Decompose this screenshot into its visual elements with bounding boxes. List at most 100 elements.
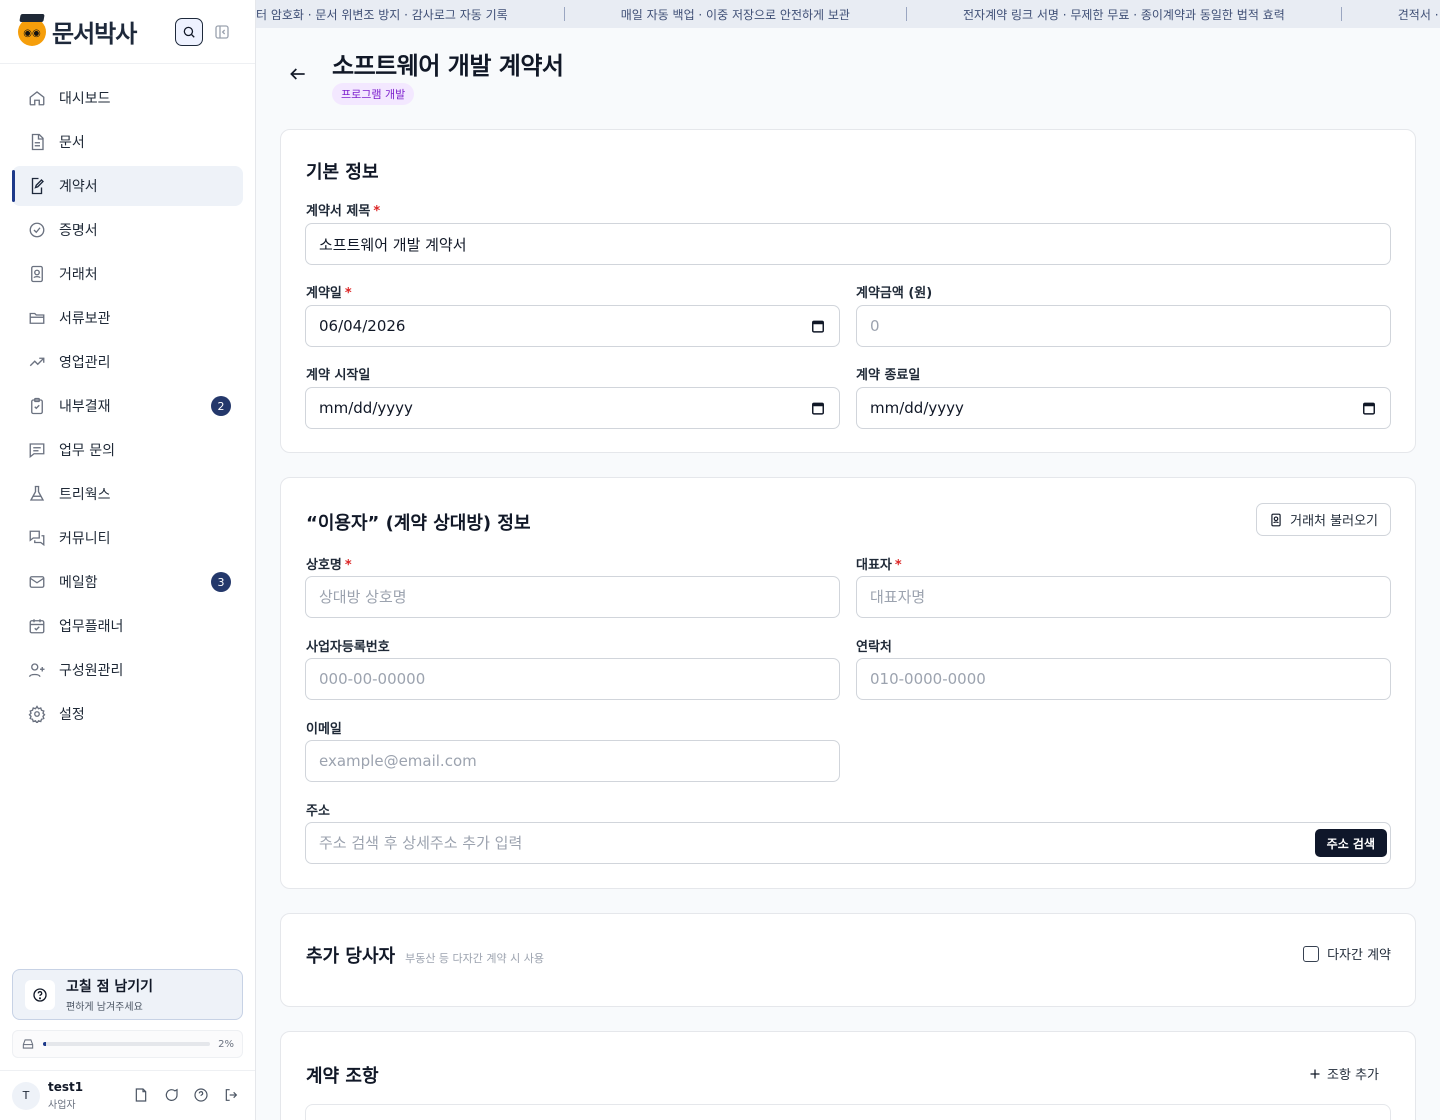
logo[interactable]: ◉◉ 문서박사	[18, 14, 137, 49]
sidebar-item-contracts[interactable]: 계약서	[12, 166, 243, 206]
sidebar-item-sales[interactable]: 영업관리	[12, 342, 243, 382]
storage-usage: 2%	[12, 1030, 243, 1058]
chat-icon[interactable]	[163, 1087, 179, 1103]
company-input[interactable]	[305, 576, 840, 618]
sidebar-item-label: 증명서	[59, 223, 98, 239]
contract-amount-input[interactable]	[856, 305, 1391, 347]
user-role: 사업자	[48, 1100, 76, 1111]
sidebar-item-members[interactable]: 구성원관리	[12, 650, 243, 690]
additional-parties-hint: 부동산 등 다자간 계약 시 사용	[405, 952, 545, 965]
contract-title-label: 계약서 제목 *	[306, 200, 380, 219]
required-mark: *	[373, 204, 381, 219]
start-date-input[interactable]: mm/dd/yyyy	[305, 387, 840, 429]
basic-info-title: 기본 정보	[306, 162, 379, 183]
sidebar-item-triworks[interactable]: 트리웍스	[12, 474, 243, 514]
contact-book-icon	[28, 265, 46, 283]
ticker-item: 견적서 · 계약서 · 증	[1397, 7, 1440, 22]
sidebar-item-clients[interactable]: 거래처	[12, 254, 243, 294]
counterparty-card: “이용자” (계약 상대방) 정보 거래처 불러오기 상호명* 대표자* 사업자…	[280, 477, 1416, 889]
end-date-label: 계약 종료일	[856, 368, 921, 383]
contract-date-input[interactable]: 06/04/2026	[305, 305, 840, 347]
back-arrow-icon[interactable]	[288, 64, 308, 84]
calendar-check-icon	[28, 617, 46, 635]
email-field[interactable]	[305, 740, 840, 782]
calendar-icon[interactable]	[811, 401, 825, 415]
sidebar-header: ◉◉ 문서박사	[0, 0, 255, 64]
additional-parties-title: 추가 당사자 부동산 등 다자간 계약 시 사용	[306, 942, 544, 968]
sidebar-item-documents[interactable]: 문서	[12, 122, 243, 162]
sidebar-item-inquiry[interactable]: 업무 문의	[12, 430, 243, 470]
sidebar-item-settings[interactable]: 설정	[12, 694, 243, 734]
sidebar-item-planner[interactable]: 업무플래너	[12, 606, 243, 646]
additional-parties-card: 추가 당사자 부동산 등 다자간 계약 시 사용 다자간 계약	[280, 913, 1416, 1007]
storage-progress-bar	[43, 1042, 211, 1046]
multi-party-checkbox[interactable]	[1303, 945, 1320, 962]
feedback-button[interactable]: 고칠 점 남기기 편하게 남겨주세요	[12, 969, 243, 1020]
sidebar-item-certificates[interactable]: 증명서	[12, 210, 243, 250]
sidebar-item-label: 거래처	[59, 267, 98, 283]
sidebar-item-label: 문서	[59, 135, 85, 151]
logo-owl-icon: ◉◉	[18, 17, 46, 46]
end-date-value: mm/dd/yyyy	[870, 399, 964, 417]
calendar-icon[interactable]	[811, 319, 825, 333]
contract-edit-icon	[28, 177, 46, 195]
counterparty-title: “이용자” (계약 상대방) 정보	[306, 513, 531, 534]
trending-up-icon	[28, 353, 46, 371]
folder-icon	[28, 309, 46, 327]
sidebar-item-archive[interactable]: 서류보관	[12, 298, 243, 338]
add-clause-button[interactable]: 조항 추가	[1309, 1064, 1379, 1083]
representative-label-text: 대표자	[856, 558, 892, 573]
sidebar-item-dashboard[interactable]: 대시보드	[12, 78, 243, 118]
address-label: 주소	[306, 804, 330, 819]
add-clause-label: 조항 추가	[1327, 1068, 1379, 1083]
representative-label: 대표자 *	[856, 554, 902, 573]
sidebar-item-mailbox[interactable]: 메일함 3	[12, 562, 243, 602]
clause-item	[305, 1104, 1391, 1120]
avatar[interactable]: T	[12, 1081, 40, 1110]
search-button[interactable]	[175, 18, 203, 46]
contract-date-label: 계약일 *	[306, 282, 352, 301]
sidebar-item-approval[interactable]: 내부결재 2	[12, 386, 243, 426]
logout-icon[interactable]	[223, 1087, 239, 1103]
flask-icon	[28, 485, 46, 503]
search-icon	[183, 26, 195, 38]
ticker-item: 매일 자동 백업 · 이중 저장으로 안전하게 보관	[620, 7, 850, 22]
sidebar-item-label: 설정	[59, 707, 85, 723]
clauses-card: 계약 조항 조항 추가	[280, 1031, 1416, 1120]
storage-progress-fill	[43, 1042, 47, 1046]
feedback-subtitle: 편하게 남겨주세요	[66, 1002, 143, 1013]
company-label: 상호명 *	[306, 554, 352, 573]
phone-label: 연락처	[856, 640, 892, 655]
sidebar-collapse-icon[interactable]	[214, 24, 230, 40]
sidebar-item-community[interactable]: 커뮤니티	[12, 518, 243, 558]
sidebar-item-label: 트리웍스	[59, 487, 111, 503]
mail-count-badge: 3	[211, 572, 231, 592]
address-search-button[interactable]: 주소 검색	[1314, 829, 1387, 857]
sidebar: ◉◉ 문서박사 대시보드 문서 계약서 증명서 거래처 서류보관 영업관리 내부…	[0, 0, 256, 1120]
contact-book-icon	[1271, 513, 1281, 526]
business-number-input[interactable]	[305, 658, 840, 700]
representative-input[interactable]	[856, 576, 1391, 618]
sidebar-item-label: 업무 문의	[59, 443, 115, 459]
help-icon[interactable]	[193, 1087, 209, 1103]
address-input[interactable]	[305, 822, 1391, 864]
calendar-icon[interactable]	[1362, 401, 1376, 415]
multi-party-toggle[interactable]: 다자간 계약	[1303, 944, 1391, 963]
contract-amount-label: 계약금액 (원)	[856, 286, 933, 301]
additional-parties-title-text: 추가 당사자	[306, 946, 396, 967]
end-date-input[interactable]: mm/dd/yyyy	[856, 387, 1391, 429]
sidebar-item-label: 계약서	[59, 179, 98, 195]
required-mark: *	[344, 286, 352, 301]
contract-title-input[interactable]	[305, 223, 1391, 265]
sidebar-item-label: 내부결재	[59, 399, 111, 415]
import-client-button[interactable]: 거래처 불러오기	[1256, 503, 1391, 536]
sidebar-item-label: 메일함	[59, 575, 98, 591]
notes-icon[interactable]	[133, 1087, 149, 1103]
sidebar-item-label: 구성원관리	[59, 663, 124, 679]
phone-input[interactable]	[856, 658, 1391, 700]
sidebar-nav: 대시보드 문서 계약서 증명서 거래처 서류보관 영업관리 내부결재 2 업무 …	[0, 64, 255, 734]
user-name: test1	[48, 1080, 84, 1094]
business-number-label: 사업자등록번호	[306, 640, 390, 655]
home-icon	[28, 89, 46, 107]
announcement-ticker: 터 암호화 · 문서 위변조 방지 · 감사로그 자동 기록 매일 자동 백업 …	[256, 0, 1440, 28]
